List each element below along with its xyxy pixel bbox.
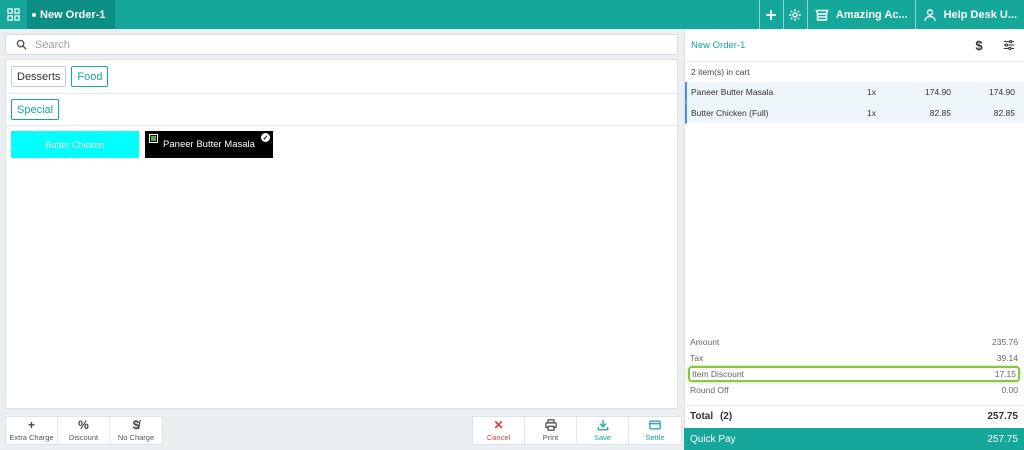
cart-item-total: 174.90: [989, 87, 1015, 97]
discount-button[interactable]: % Discount: [58, 417, 110, 444]
cart-row[interactable]: Butter Chicken (Full) 1x 82.85 82.85: [685, 103, 1024, 124]
cart-count: 2 item(s) in cart: [691, 67, 750, 77]
dollar-icon[interactable]: $: [964, 38, 994, 53]
items-grid: Butter Chicken Paneer Butter Masala ✓: [6, 126, 677, 163]
item-card[interactable]: Paneer Butter Masala ✓: [145, 131, 273, 158]
quick-pay-label: Quick Pay: [690, 433, 736, 445]
subcategory-special[interactable]: Special: [11, 99, 60, 120]
cart-row[interactable]: Paneer Butter Masala 1x 174.90 174.90: [685, 82, 1024, 103]
total-count: (2): [719, 411, 733, 422]
settings-button[interactable]: [782, 0, 807, 29]
left-actions: + Extra Charge % Discount $̸ No Charge: [5, 416, 163, 445]
search-input[interactable]: Search: [5, 34, 678, 55]
cart-summary: Amount 235.76 Tax 39.14 Item Discount 17…: [684, 334, 1024, 398]
plus-icon: [766, 9, 777, 20]
no-dollar-icon: $̸: [132, 418, 140, 432]
category-desserts[interactable]: Desserts: [11, 66, 67, 87]
tax-row: Tax 39.14: [690, 353, 1018, 363]
item-name: Butter Chicken: [45, 139, 105, 150]
cancel-button[interactable]: ✕ Cancel: [473, 417, 525, 444]
user-icon: [923, 8, 936, 21]
order-tab-label: New Order-1: [40, 8, 106, 21]
cart-item-qty: 1x: [867, 108, 876, 118]
card-icon: [649, 420, 661, 430]
total-label: Total: [690, 411, 714, 422]
cart-item-name: Paneer Butter Masala: [691, 87, 774, 97]
search-placeholder: Search: [35, 38, 70, 51]
printer-icon: [544, 419, 557, 431]
user-name: Help Desk U...: [943, 8, 1017, 21]
item-discount-row: Item Discount 17.15: [688, 366, 1020, 382]
cart-item-name: Butter Chicken (Full): [691, 108, 769, 118]
menu-panel: Desserts Food Special Butter Chicken Pan…: [5, 59, 678, 409]
account-menu[interactable]: Amazing Ac...: [806, 0, 915, 29]
store-icon: [815, 9, 829, 21]
active-dot-icon: [32, 12, 36, 17]
category-food[interactable]: Food: [71, 66, 109, 87]
percent-icon: %: [78, 418, 89, 432]
quick-pay-amount: 257.75: [987, 433, 1018, 445]
add-order-button[interactable]: [758, 0, 783, 29]
cart-item-qty: 1x: [867, 87, 876, 97]
cart-item-price: 82.85: [929, 108, 951, 118]
account-name: Amazing Ac...: [835, 8, 908, 21]
cart-item-price: 174.90: [925, 87, 951, 97]
apps-grid-icon[interactable]: [0, 0, 27, 29]
item-card[interactable]: Butter Chicken: [11, 131, 139, 158]
subcategory-row: Special: [6, 94, 677, 126]
extra-charge-button[interactable]: + Extra Charge: [6, 417, 58, 444]
cart-header: New Order-1 $: [685, 29, 1024, 62]
category-row: Desserts Food: [6, 60, 677, 94]
search-icon: [16, 39, 27, 50]
amount-row: Amount 235.76: [690, 337, 1018, 347]
x-icon: ✕: [493, 418, 504, 432]
check-icon: ✓: [261, 133, 270, 142]
plus-icon: +: [27, 418, 35, 432]
gear-icon: [789, 8, 802, 21]
quick-pay-button[interactable]: Quick Pay 257.75: [684, 428, 1024, 450]
user-menu[interactable]: Help Desk U...: [914, 0, 1024, 29]
cart-title: New Order-1: [691, 39, 746, 51]
top-bar: New Order-1 Amazing Ac... Help Desk U...: [0, 0, 1024, 29]
round-off-row: Round Off 0.00: [690, 385, 1018, 395]
total-value: 257.75: [987, 411, 1018, 422]
no-charge-button[interactable]: $̸ No Charge: [110, 417, 162, 444]
total-row: Total (2) 257.75: [684, 405, 1024, 427]
right-actions: ✕ Cancel Print Save Settle: [472, 416, 682, 445]
settle-button[interactable]: Settle: [629, 417, 681, 444]
veg-mark-icon: [149, 134, 158, 143]
save-button[interactable]: Save: [577, 417, 629, 444]
order-tab[interactable]: New Order-1: [27, 0, 116, 29]
cart-item-total: 82.85: [993, 108, 1015, 118]
download-icon: [597, 419, 608, 431]
filter-settings-icon[interactable]: [994, 39, 1024, 51]
item-name: Paneer Butter Masala: [163, 139, 255, 150]
print-button[interactable]: Print: [525, 417, 577, 444]
